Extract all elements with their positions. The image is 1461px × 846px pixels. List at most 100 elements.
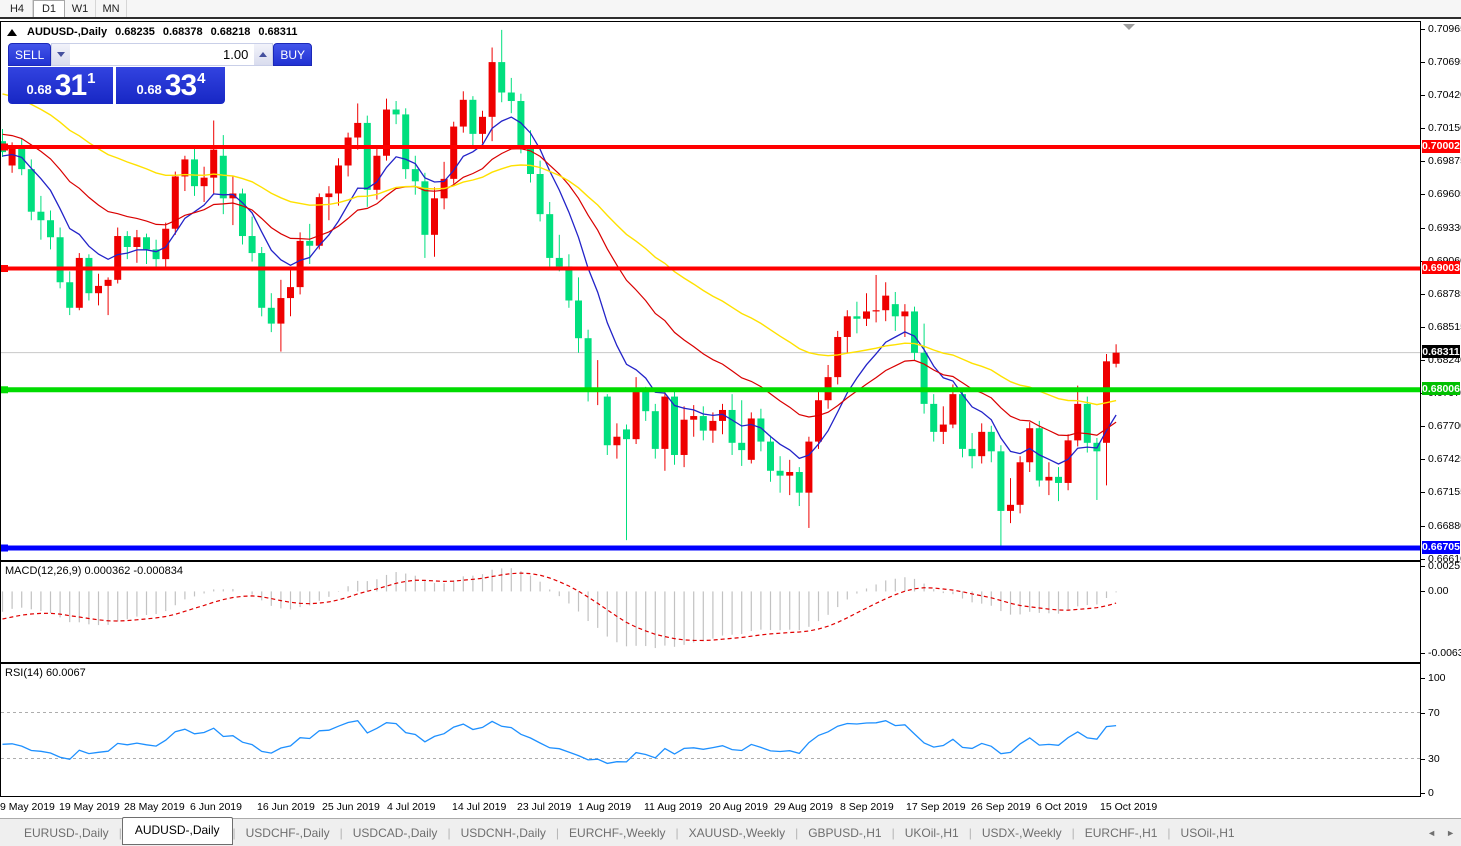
symbol-tab-usoil-h1[interactable]: USOil-,H1 xyxy=(1171,822,1245,844)
candle-body xyxy=(373,156,380,190)
symbol-tab-usdchf-daily[interactable]: USDCHF-,Daily xyxy=(236,822,340,844)
candle-body xyxy=(978,432,985,456)
date-tick-label: 16 Jun 2019 xyxy=(257,801,315,813)
candle-body xyxy=(565,266,572,300)
candle-body xyxy=(57,237,64,282)
candle-body xyxy=(892,304,899,316)
chart-area[interactable] xyxy=(0,21,1421,797)
chart-shift-marker-icon[interactable] xyxy=(1123,24,1135,30)
axis-tick xyxy=(1421,327,1425,328)
price-badge: 0.70002 xyxy=(1422,140,1460,153)
axis-tick xyxy=(1421,62,1425,63)
axis-tick xyxy=(1421,559,1425,560)
symbol-tab-usdcad-daily[interactable]: USDCAD-,Daily xyxy=(343,822,448,844)
candle-body xyxy=(191,159,198,186)
candle-body xyxy=(805,442,812,493)
date-tick-label: 15 Oct 2019 xyxy=(1100,801,1157,813)
symbol-tab-gbpusd-h1[interactable]: GBPUSD-,H1 xyxy=(798,822,891,844)
candle-body xyxy=(498,62,505,92)
axis-tick xyxy=(1421,360,1425,361)
time-axis[interactable]: 9 May 201919 May 201928 May 20196 Jun 20… xyxy=(0,797,1421,818)
volume-input[interactable] xyxy=(70,44,254,65)
candle-body xyxy=(306,241,313,246)
axis-tick xyxy=(1421,228,1425,229)
rsi-tick-label: 70 xyxy=(1428,707,1440,719)
candle-body xyxy=(853,316,860,318)
buy-price-prefix: 0.68 xyxy=(136,82,161,97)
symbol-tab-usdcnh-daily[interactable]: USDCNH-,Daily xyxy=(451,822,556,844)
candle-body xyxy=(556,258,563,267)
date-tick-label: 29 Aug 2019 xyxy=(774,801,833,813)
rsi-indicator-label: RSI(14) 60.0067 xyxy=(5,667,86,679)
price-badge: 0.69003 xyxy=(1422,261,1460,274)
candle-body xyxy=(911,311,918,352)
chart-tabs-bar: EURUSD-,Daily|AUDUSD-,Daily|USDCHF-,Dail… xyxy=(0,818,1461,846)
rsi-pane[interactable] xyxy=(1,664,1420,796)
candle-body xyxy=(47,220,54,237)
candle-body xyxy=(613,437,620,446)
buy-button[interactable]: BUY xyxy=(273,43,312,66)
price-tick-label: 0.70150 xyxy=(1428,122,1461,134)
symbol-tab-audusd-daily[interactable]: AUDUSD-,Daily xyxy=(122,817,233,845)
price-tick-label: 0.70965 xyxy=(1428,23,1461,35)
candle-body xyxy=(930,404,937,432)
macd-indicator-label: MACD(12,26,9) 0.000362 -0.000834 xyxy=(5,565,183,577)
symbol-tab-usdx-weekly[interactable]: USDX-,Weekly xyxy=(972,822,1072,844)
price-axis[interactable]: 0.709650.706950.704200.701500.698750.696… xyxy=(1421,21,1461,797)
symbol-tab-ukoil-h1[interactable]: UKOil-,H1 xyxy=(895,822,969,844)
candle-body xyxy=(844,316,851,337)
close-value: 0.68311 xyxy=(258,26,297,38)
axis-tick xyxy=(1421,426,1425,427)
candle-body xyxy=(105,280,112,286)
date-tick-label: 26 Sep 2019 xyxy=(971,801,1031,813)
volume-decrease-button[interactable] xyxy=(52,44,70,65)
timeframe-button-mn[interactable]: MN xyxy=(96,0,127,17)
candle-body xyxy=(1055,477,1062,483)
macd-pane[interactable] xyxy=(1,562,1420,662)
symbol-tab-eurusd-daily[interactable]: EURUSD-,Daily xyxy=(14,822,119,844)
sell-button[interactable]: SELL xyxy=(8,43,51,66)
candle-body xyxy=(249,236,256,253)
candle-body xyxy=(1113,353,1120,364)
volume-increase-button[interactable] xyxy=(254,44,272,65)
candle-body xyxy=(1045,477,1052,481)
tabs-scroll-right-icon[interactable]: ► xyxy=(1446,828,1455,838)
macd-signal-line xyxy=(3,573,1117,640)
candle-body xyxy=(325,193,332,197)
date-tick-label: 1 Aug 2019 xyxy=(578,801,631,813)
symbol-tab-xauusd-weekly[interactable]: XAUUSD-,Weekly xyxy=(679,822,795,844)
line-anchor-marker[interactable] xyxy=(1,545,8,552)
date-tick-label: 19 May 2019 xyxy=(59,801,120,813)
candle-body xyxy=(815,400,822,441)
timeframe-button-h4[interactable]: H4 xyxy=(2,0,33,17)
timeframe-button-w1[interactable]: W1 xyxy=(65,0,96,17)
buy-price-sup: 4 xyxy=(197,70,205,87)
candle-body xyxy=(220,156,227,199)
buy-price-display[interactable]: 0.68 33 4 xyxy=(116,67,225,104)
candle-body xyxy=(431,198,438,234)
line-anchor-marker[interactable] xyxy=(1,386,8,393)
candle-body xyxy=(277,298,284,324)
candle-body xyxy=(1007,505,1014,511)
price-tick-label: 0.70695 xyxy=(1428,56,1461,68)
candle-body xyxy=(873,310,880,311)
timeframe-button-d1[interactable]: D1 xyxy=(33,0,65,17)
price-tick-label: 0.67700 xyxy=(1428,420,1461,432)
tabs-scroll-left-icon[interactable]: ◄ xyxy=(1427,828,1436,838)
candle-body xyxy=(949,394,956,424)
candle-body xyxy=(354,123,361,138)
price-tick-label: 0.66880 xyxy=(1428,520,1461,532)
line-anchor-marker[interactable] xyxy=(1,144,8,151)
candle-body xyxy=(412,169,419,181)
date-tick-label: 8 Sep 2019 xyxy=(840,801,894,813)
axis-tick xyxy=(1421,526,1425,527)
line-anchor-marker[interactable] xyxy=(1,265,8,272)
candle-body xyxy=(729,410,736,443)
candle-body xyxy=(85,258,92,293)
symbol-tab-eurchf-h1[interactable]: EURCHF-,H1 xyxy=(1075,822,1168,844)
sell-price-display[interactable]: 0.68 31 1 xyxy=(8,67,113,104)
symbol-tab-eurchf-weekly[interactable]: EURCHF-,Weekly xyxy=(559,822,675,844)
date-tick-label: 28 May 2019 xyxy=(124,801,185,813)
date-tick-label: 25 Jun 2019 xyxy=(322,801,380,813)
candle-body xyxy=(700,416,707,431)
